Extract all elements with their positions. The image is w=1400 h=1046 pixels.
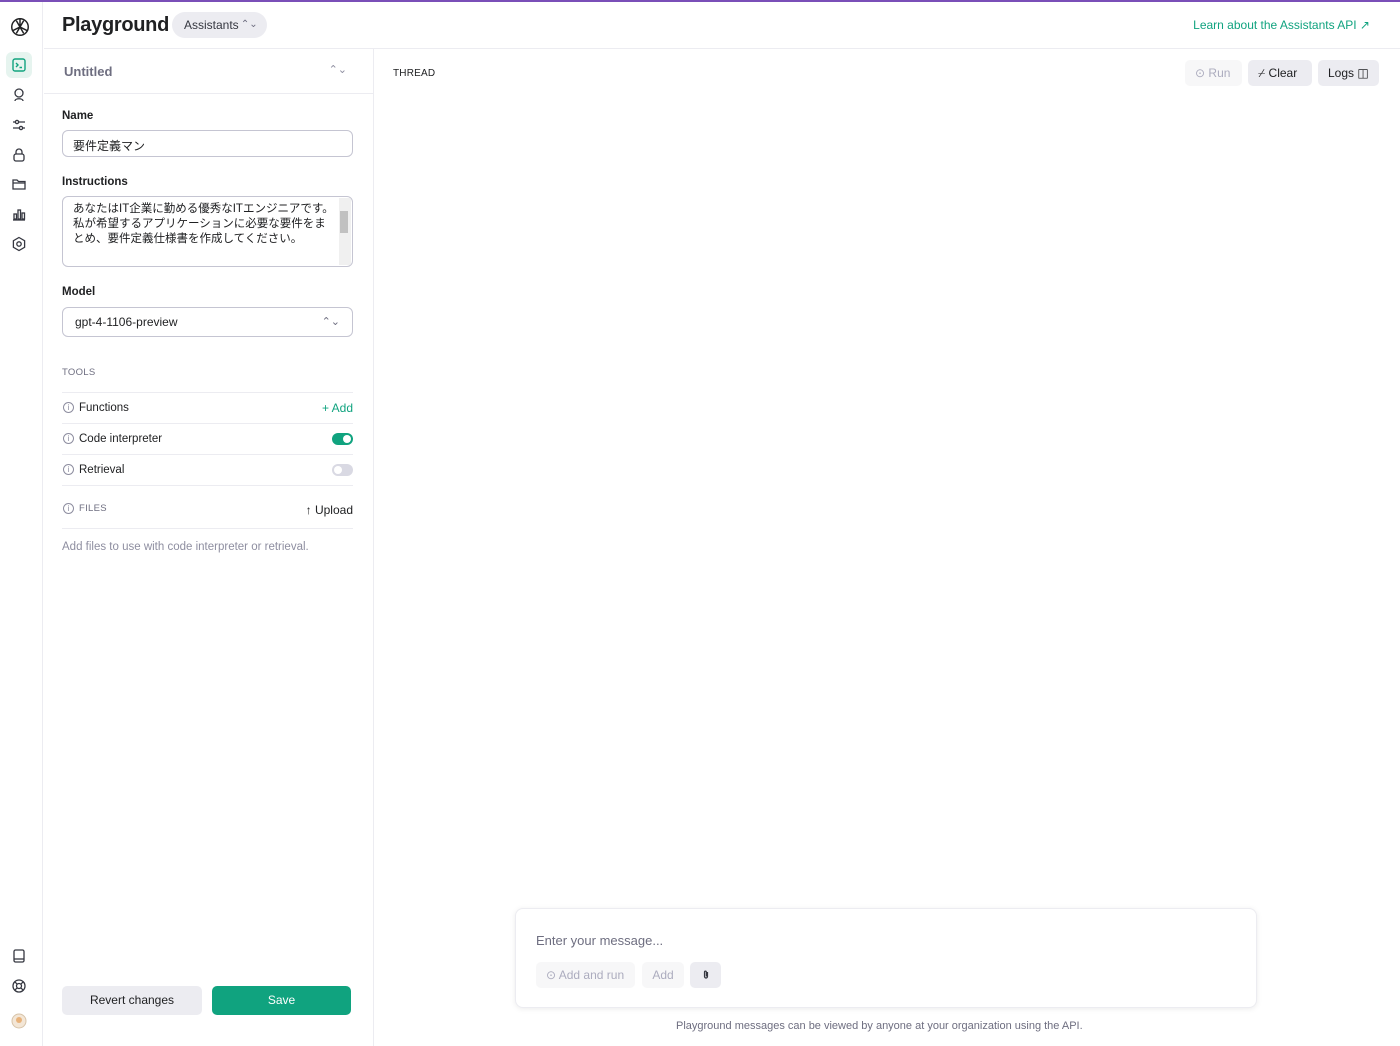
model-label: Model (62, 286, 96, 298)
instructions-text: あなたはIT企業に勤める優秀なITエンジニアです。 私が希望するアプリケーション… (73, 203, 334, 245)
name-label: Name (62, 110, 94, 122)
add-function-label: Add (331, 401, 353, 415)
tool-row-functions: i Functions + Add (62, 392, 353, 423)
bar-chart-icon[interactable] (6, 201, 32, 227)
toggle-knob (334, 466, 342, 474)
toggle-knob (343, 435, 351, 443)
lock-icon[interactable] (6, 142, 32, 168)
settings-icon[interactable] (6, 231, 32, 257)
info-icon[interactable]: i (63, 464, 74, 475)
assistant-config-panel: Untitled ⌃⌄ Name 要件定義マン Instructions あなた… (44, 49, 374, 1046)
code-interpreter-toggle[interactable] (332, 433, 353, 445)
message-input[interactable]: Enter your message... (536, 933, 663, 948)
terminal-icon[interactable] (6, 52, 32, 78)
run-button[interactable]: ⊙ Run (1185, 60, 1242, 86)
assistant-selector-label: Untitled (64, 64, 113, 79)
add-function-button[interactable]: + Add (322, 401, 353, 415)
chevron-updown-icon: ⌃⌄ (328, 64, 347, 76)
model-select-value: gpt-4-1106-preview (75, 315, 178, 329)
info-icon[interactable]: i (63, 402, 74, 413)
info-icon[interactable]: i (63, 503, 74, 514)
model-select[interactable]: gpt-4-1106-preview ⌃⌄ (62, 307, 353, 337)
run-label: Run (1208, 66, 1231, 80)
attach-file-button[interactable] (690, 962, 721, 988)
logs-button[interactable]: Logs ◫ (1318, 60, 1379, 86)
logs-label: Logs (1328, 66, 1355, 80)
revert-changes-button[interactable]: Revert changes (62, 986, 202, 1015)
icon-rail (0, 2, 43, 1046)
broom-icon: ⌿ (1258, 66, 1266, 80)
add-message-button[interactable]: Add (642, 962, 684, 988)
help-lifebuoy-icon[interactable] (6, 973, 32, 999)
files-caption: FILES (79, 503, 107, 514)
upload-button[interactable]: ↑ Upload (306, 503, 353, 517)
chevron-updown-icon: ⌃⌄ (240, 19, 258, 30)
sliders-icon[interactable] (6, 112, 32, 138)
clear-button[interactable]: ⌿ Clear (1248, 60, 1312, 86)
clear-label: Clear (1268, 66, 1298, 80)
retrieval-toggle[interactable] (332, 464, 353, 476)
scrollbar-thumb[interactable] (340, 211, 348, 233)
folder-icon[interactable] (6, 171, 32, 197)
instructions-textarea[interactable]: あなたはIT企業に勤める優秀なITエンジニアです。 私が希望するアプリケーション… (62, 196, 353, 267)
textarea-scrollbar[interactable] (339, 198, 351, 265)
assistant-selector[interactable]: Untitled ⌃⌄ (44, 49, 373, 94)
arrow-up-icon: ↑ (305, 503, 312, 517)
functions-label: Functions (79, 402, 129, 414)
openai-logo-icon[interactable] (9, 16, 31, 38)
panel-icon: ◫ (1357, 66, 1369, 80)
name-field[interactable]: 要件定義マン (62, 130, 353, 157)
book-icon[interactable] (6, 943, 32, 969)
add-and-run-button[interactable]: ⊙ Add and run (536, 962, 635, 988)
files-hint: Add files to use with code interpreter o… (62, 541, 309, 553)
mode-selector[interactable]: Assistants ⌃⌄ (172, 12, 267, 38)
retrieval-label: Retrieval (79, 464, 125, 476)
tools-caption: TOOLS (62, 367, 96, 378)
play-circle-icon: ⊙ (546, 968, 557, 982)
assistant-robot-icon[interactable] (6, 82, 32, 108)
mode-selector-label: Assistants (184, 18, 239, 32)
privacy-note: Playground messages can be viewed by any… (676, 1020, 1083, 1032)
play-circle-icon: ⊙ (1195, 66, 1206, 80)
tool-row-retrieval: i Retrieval (62, 454, 353, 485)
instructions-label: Instructions (62, 176, 128, 188)
learn-assistants-api-link[interactable]: Learn about the Assistants API ↗ (1193, 18, 1370, 32)
info-icon[interactable]: i (63, 433, 74, 444)
tool-row-code-interpreter: i Code interpreter (62, 423, 353, 454)
page-header: Playground Assistants ⌃⌄ Learn about the… (44, 2, 1400, 49)
user-avatar[interactable] (6, 1008, 32, 1034)
upload-label: Upload (314, 503, 353, 517)
add-and-run-label: Add and run (558, 968, 625, 982)
chevron-updown-icon: ⌃⌄ (321, 316, 340, 328)
paperclip-icon (703, 970, 708, 979)
thread-caption: THREAD (393, 68, 436, 79)
page-title: Playground (62, 14, 170, 36)
files-header: i FILES ↑ Upload (62, 485, 353, 529)
save-button[interactable]: Save (212, 986, 351, 1015)
code-interpreter-label: Code interpreter (79, 433, 163, 445)
message-composer: Enter your message... ⊙ Add and run Add (515, 908, 1257, 1008)
